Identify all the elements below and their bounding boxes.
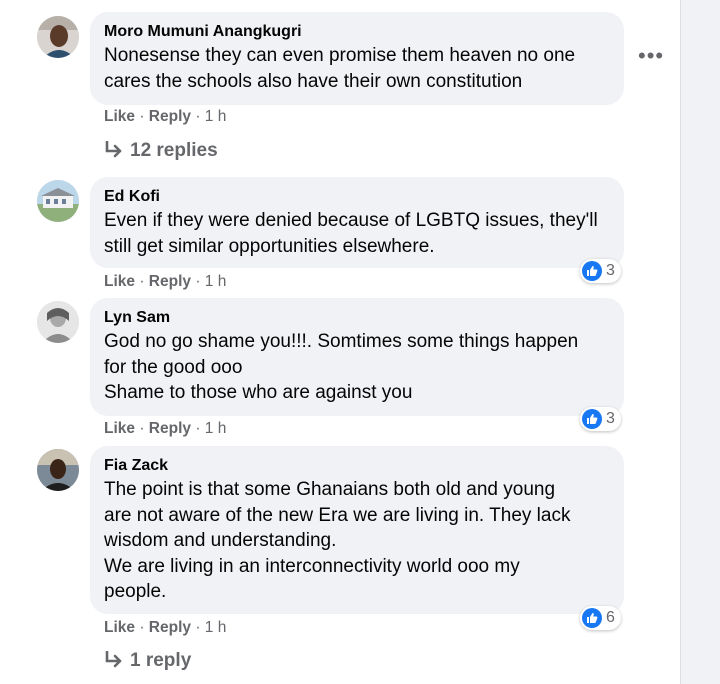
reaction-count: 6 [606,609,615,626]
reply-button[interactable]: Reply [149,420,191,437]
comment-bubble: Moro Mumuni Anangkugri Nonesense they ca… [90,12,624,105]
like-button[interactable]: Like [104,420,135,437]
comment-line: still get similar opportunities elsewher… [104,235,435,257]
reaction-count: 3 [606,262,615,279]
comment-line: Even if they were denied because of LGBT… [104,210,598,231]
comment-actions: Like · Reply · 1 h [104,619,226,637]
separator: · [191,619,205,636]
comment-line: for the good ooo [104,356,243,378]
avatar[interactable] [37,180,79,222]
like-button[interactable]: Like [104,108,135,125]
comment-line: God no go shame you!!!. Somtimes some th… [104,331,579,352]
reply-arrow-icon [105,140,122,158]
separator: · [191,108,205,125]
comment-text: The point is that some Ghanaians both ol… [104,477,610,605]
comment-line: Shame to those who are against you [104,382,413,403]
reply-button[interactable]: Reply [149,619,191,636]
reply-arrow-icon [105,650,122,668]
comment-actions: Like · Reply · 1 h [104,108,226,126]
reactions-badge[interactable]: 3 [580,407,621,431]
comment-line: people. [104,581,167,602]
comment-bubble: Fia Zack The point is that some Ghanaian… [90,446,624,614]
comment-author[interactable]: Lyn Sam [104,307,610,329]
comment-author[interactable]: Fia Zack [104,455,610,477]
reply-button[interactable]: Reply [149,273,191,290]
timestamp[interactable]: 1 h [205,273,227,290]
avatar[interactable] [37,449,79,491]
comment-text: God no go shame you!!!. Somtimes some th… [104,329,610,406]
replies-count: 12 replies [130,140,218,161]
comment-line: wisdom and understanding. [104,530,337,551]
like-button[interactable]: Like [104,619,135,636]
like-button[interactable]: Like [104,273,135,290]
comment-author[interactable]: Moro Mumuni Anangkugri [104,21,610,43]
comment-author[interactable]: Ed Kofi [104,186,610,208]
reaction-count: 3 [606,410,615,427]
comment-text: Even if they were denied because of LGBT… [104,208,610,259]
view-replies-link[interactable]: 12 replies [104,140,218,162]
timestamp[interactable]: 1 h [205,420,227,437]
separator: · [135,619,149,636]
comment-line: Nonesense they can even promise them hea… [104,45,576,66]
avatar[interactable] [37,16,79,58]
reactions-badge[interactable]: 3 [580,259,621,283]
comment-bubble: Ed Kofi Even if they were denied because… [90,177,624,268]
comment-bubble: Lyn Sam God no go shame you!!!. Somtimes… [90,298,624,416]
comment-line: The point is that some Ghanaians both ol… [104,479,556,500]
replies-count: 1 reply [130,650,192,671]
view-replies-link[interactable]: 1 reply [104,650,191,672]
comment-text: Nonesense they can even promise them hea… [104,43,610,94]
comment-line: We are living in an interconnectivity wo… [104,555,520,577]
separator: · [135,108,149,125]
separator: · [191,420,205,437]
separator: · [135,420,149,437]
separator: · [191,273,205,290]
comments-panel: Moro Mumuni Anangkugri Nonesense they ca… [0,0,681,684]
comment-line: are not aware of the new Era we are livi… [104,504,571,526]
timestamp[interactable]: 1 h [205,108,227,125]
more-options-icon[interactable]: ••• [638,45,664,67]
timestamp[interactable]: 1 h [205,619,227,636]
thumbs-up-icon [582,608,602,628]
thumbs-up-icon [582,409,602,429]
comment-line: cares the schools also have their own co… [104,70,523,92]
thumbs-up-icon [582,261,602,281]
separator: · [135,273,149,290]
reply-button[interactable]: Reply [149,108,191,125]
avatar[interactable] [37,301,79,343]
reactions-badge[interactable]: 6 [580,606,621,630]
comment-actions: Like · Reply · 1 h [104,420,226,438]
comment-actions: Like · Reply · 1 h [104,273,226,291]
